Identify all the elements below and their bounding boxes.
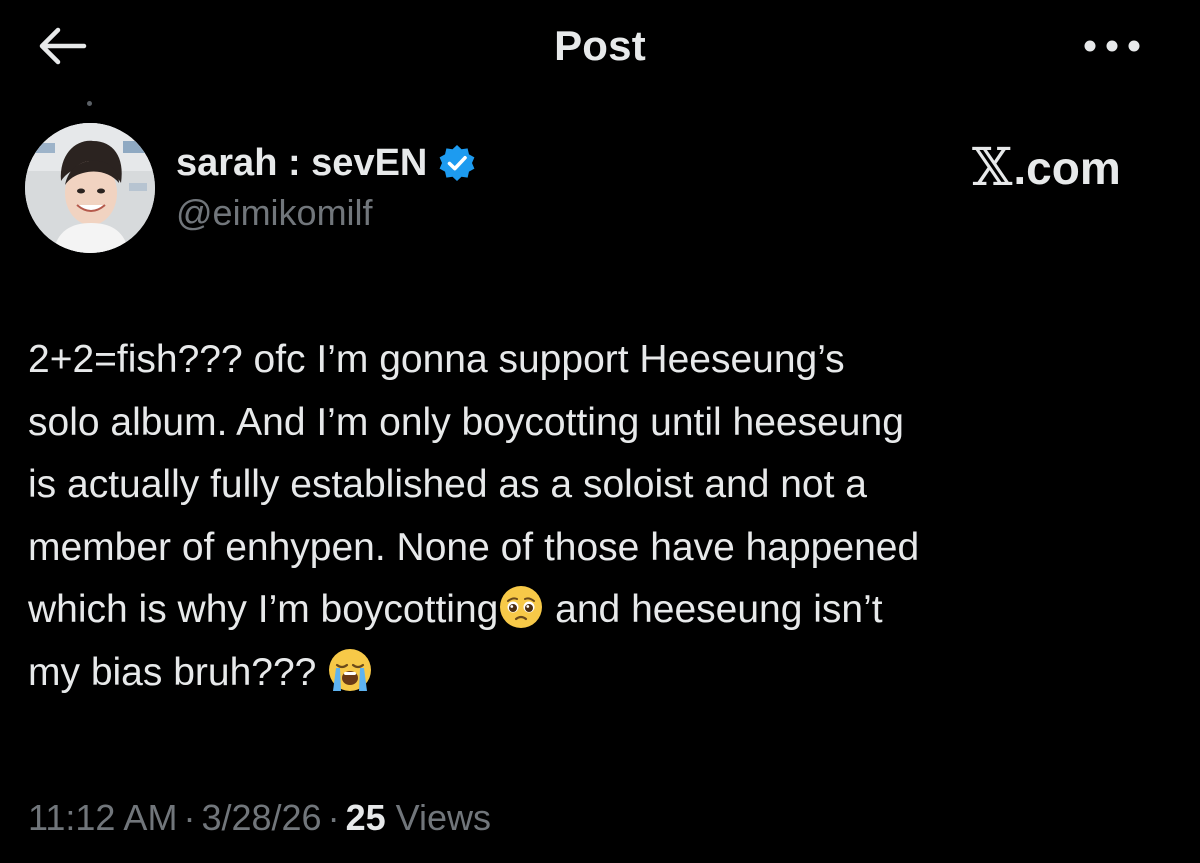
avatar-image	[25, 123, 155, 253]
x-logo: 𝕏	[972, 138, 1013, 198]
x-com-watermark: 𝕏 .com	[972, 138, 1121, 198]
post-text-line: is actually fully established as a soloi…	[28, 463, 867, 506]
thread-connector-dot	[87, 101, 92, 106]
views-count[interactable]: 25	[346, 797, 386, 838]
page-title: Post	[554, 22, 646, 69]
meta-separator: ·	[183, 797, 196, 838]
post-time[interactable]: 11:12 AM	[28, 797, 177, 838]
more-options-button[interactable]	[1070, 20, 1154, 72]
author-name-row: sarah : sevEN	[176, 140, 477, 186]
post-text-line: 2+2=fish??? ofc I’m gonna support Heeseu…	[28, 338, 845, 381]
top-navigation-bar: Post	[0, 0, 1200, 92]
post-text: 2+2=fish??? ofc I’m gonna support Heeseu…	[28, 329, 1178, 704]
post-author[interactable]: sarah : sevEN @eimikomilf	[176, 140, 477, 234]
loudly-crying-face-emoji	[329, 648, 372, 691]
verified-badge-icon	[439, 145, 475, 181]
views-label[interactable]: Views	[396, 797, 491, 838]
post-text-line: which is why I’m boycotting and heeseung…	[28, 579, 1178, 642]
post-metadata: 11:12 AM · 3/28/26 · 25 Views	[28, 797, 491, 839]
avatar[interactable]	[25, 123, 155, 253]
post-text-line: solo album. And I’m only boycotting unti…	[28, 400, 904, 444]
arrow-left-icon	[39, 27, 87, 65]
watermark-text: .com	[1013, 142, 1121, 194]
meta-separator: ·	[327, 797, 340, 838]
author-handle[interactable]: @eimikomilf	[176, 192, 477, 234]
post-text-segment: my bias bruh???	[28, 650, 317, 694]
post-text-line: member of enhypen. None of those have ha…	[28, 525, 920, 569]
author-display-name[interactable]: sarah : sevEN	[176, 142, 427, 185]
pleading-face-emoji	[500, 586, 543, 628]
post-date[interactable]: 3/28/26	[201, 797, 321, 838]
post-text-segment: and heeseung isn’t	[544, 588, 883, 631]
more-horizontal-icon	[1084, 40, 1140, 52]
post-text-line: my bias bruh???	[28, 642, 1178, 705]
back-button[interactable]	[30, 18, 94, 74]
post-text-segment: which is why I’m boycotting	[28, 588, 499, 631]
